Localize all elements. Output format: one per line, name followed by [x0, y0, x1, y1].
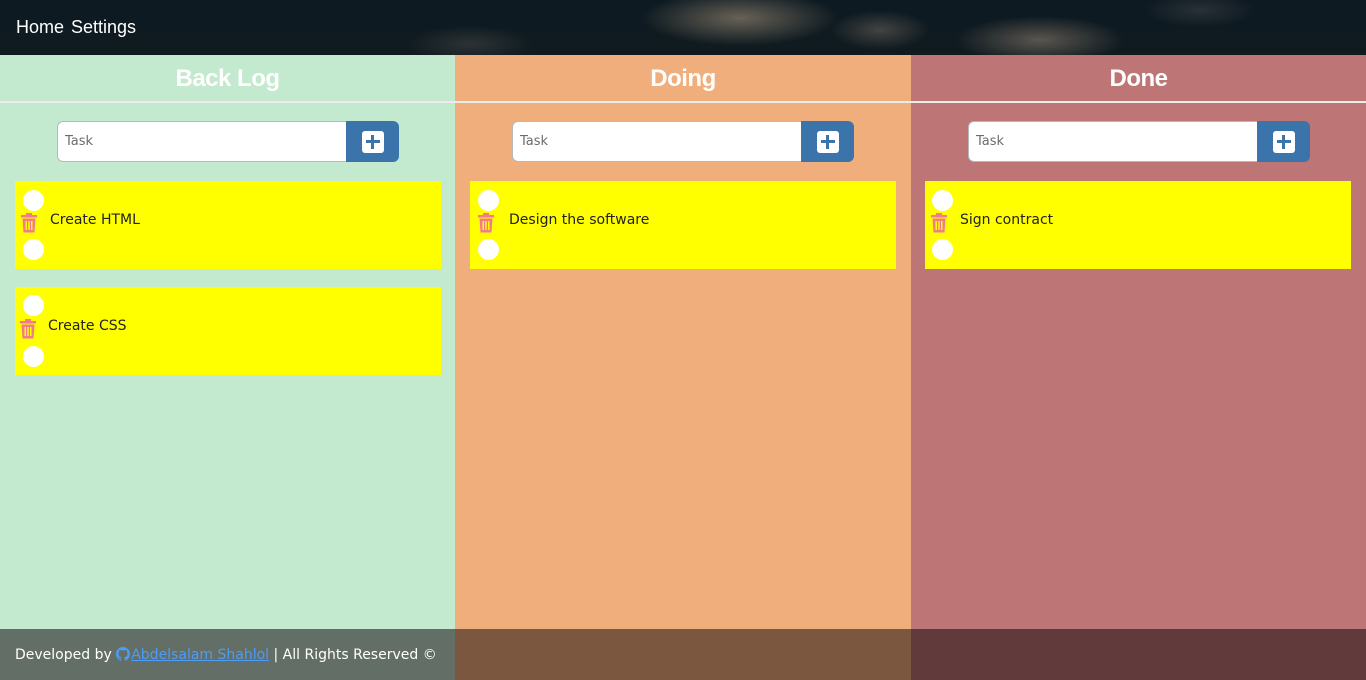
task-card[interactable]: Create HTML	[15, 181, 441, 269]
move-down-handle[interactable]	[23, 346, 44, 367]
plus-square-icon	[361, 130, 384, 153]
column-backlog: Back Log Create HTML Create CSS	[0, 55, 455, 629]
nav-home-link[interactable]: Home	[16, 17, 64, 38]
column-done: Done Sign contract	[911, 55, 1366, 629]
move-down-handle[interactable]	[478, 239, 499, 260]
task-card[interactable]: Sign contract	[925, 181, 1351, 269]
author-link[interactable]: Abdelsalam Shahlol	[116, 646, 270, 663]
task-card[interactable]: Create CSS	[15, 287, 441, 375]
column-title: Back Log	[0, 55, 455, 103]
column-title: Done	[911, 55, 1366, 103]
move-up-handle[interactable]	[23, 190, 44, 211]
trash-icon[interactable]	[930, 213, 948, 233]
trash-icon[interactable]	[20, 213, 38, 233]
task-input[interactable]	[512, 121, 801, 162]
plus-square-icon	[816, 130, 839, 153]
move-up-handle[interactable]	[932, 190, 953, 211]
trash-icon[interactable]	[477, 213, 495, 233]
task-card-text: Create HTML	[50, 212, 140, 228]
column-doing: Doing Design the software	[455, 55, 911, 629]
move-up-handle[interactable]	[478, 190, 499, 211]
column-title: Doing	[455, 55, 911, 103]
task-card[interactable]: Design the software	[470, 181, 896, 269]
author-name: Abdelsalam Shahlol	[131, 646, 270, 663]
task-card-text: Create CSS	[48, 318, 127, 334]
footer: Developed by Abdelsalam Shahlol | All Ri…	[0, 629, 1366, 680]
footer-prefix: Developed by	[15, 646, 117, 663]
add-task-row	[968, 121, 1310, 162]
task-input[interactable]	[57, 121, 346, 162]
plus-square-icon	[1272, 130, 1295, 153]
top-navbar: Home Settings	[0, 0, 1366, 55]
nav-settings-link[interactable]: Settings	[71, 17, 136, 38]
add-task-row	[57, 121, 399, 162]
github-icon	[116, 646, 131, 661]
task-card-text: Design the software	[509, 212, 650, 228]
add-task-button[interactable]	[1257, 121, 1310, 162]
task-card-text: Sign contract	[960, 212, 1054, 228]
footer-suffix: | All Rights Reserved ©	[269, 646, 437, 663]
task-input[interactable]	[968, 121, 1257, 162]
add-task-row	[512, 121, 854, 162]
move-up-handle[interactable]	[23, 295, 44, 316]
move-down-handle[interactable]	[932, 239, 953, 260]
add-task-button[interactable]	[346, 121, 399, 162]
add-task-button[interactable]	[801, 121, 854, 162]
move-down-handle[interactable]	[23, 239, 44, 260]
trash-icon[interactable]	[19, 319, 37, 339]
